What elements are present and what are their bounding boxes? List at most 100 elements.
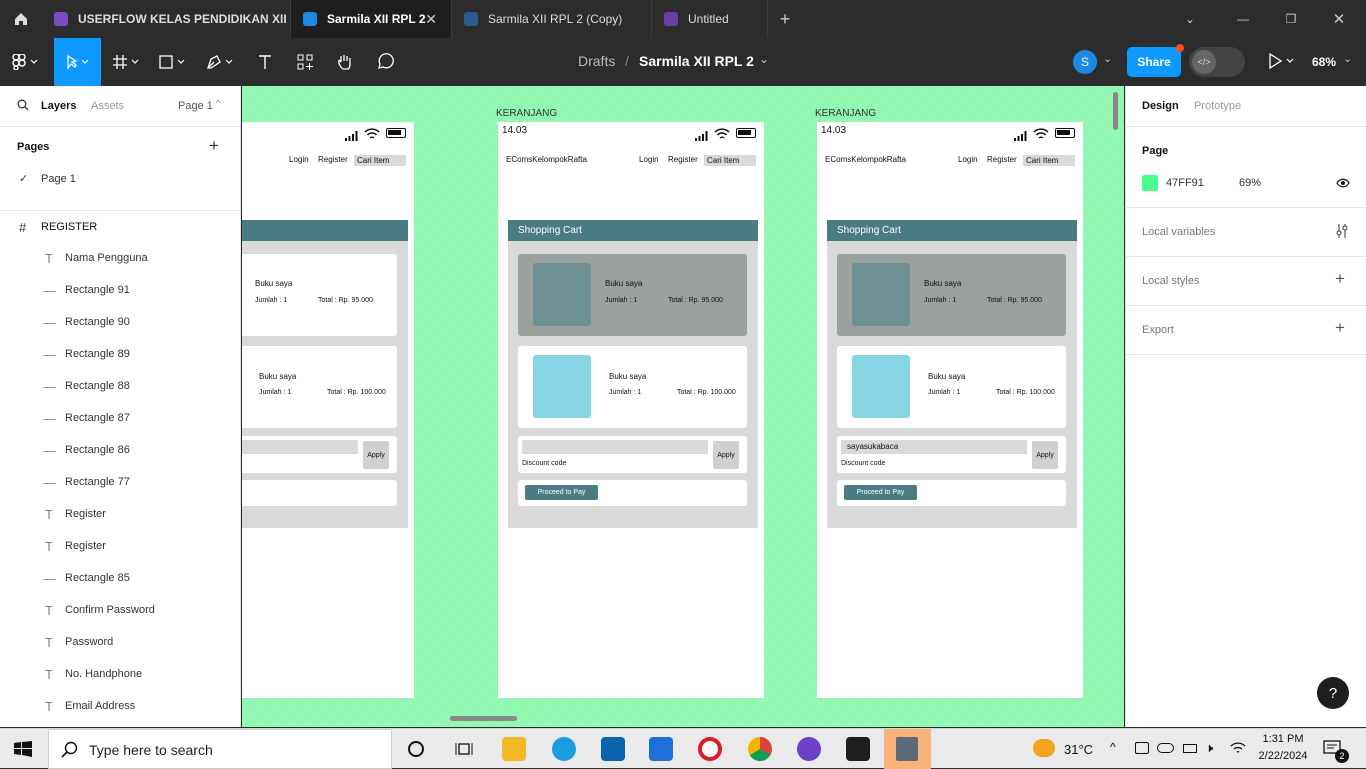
shape-tool-button[interactable] [152,38,194,86]
layer-item[interactable]: T Register [0,498,240,530]
chevron-down-icon[interactable]: ⌄ [759,52,769,66]
clock-time[interactable]: 1:31 PM [1258,733,1308,745]
cortana-icon[interactable] [408,741,424,757]
close-icon[interactable]: ✕ [425,11,437,28]
comment-tool-icon[interactable] [370,38,400,86]
restore-icon[interactable]: ❐ [1268,0,1314,38]
layer-item[interactable]: — Rectangle 90 [0,306,240,338]
window-close-icon[interactable]: ✕ [1316,0,1362,38]
chevron-down-icon[interactable]: ⌄ [1103,52,1112,65]
nav-register[interactable]: Register [318,155,348,164]
nav-register[interactable]: Register [987,155,1017,164]
nav-login[interactable]: Login [289,155,309,164]
layer-item[interactable]: — Rectangle 89 [0,338,240,370]
page-opacity[interactable]: 69% [1239,177,1261,189]
tab-assets[interactable]: Assets [91,100,124,112]
minimize-icon[interactable]: — [1220,0,1266,38]
share-button[interactable]: Share [1127,47,1181,77]
page-list-item[interactable]: ✓ Page 1 [0,166,240,192]
design-canvas[interactable]: RaftaLoginRegisterCari ItemartBuku sayaJ… [242,86,1124,727]
layer-item[interactable]: — Rectangle 88 [0,370,240,402]
store-icon[interactable] [649,737,673,761]
nav-login[interactable]: Login [639,155,659,164]
breadcrumb-drafts[interactable]: Drafts [578,53,615,69]
onedrive-icon[interactable] [1157,743,1174,753]
layer-item[interactable]: T No. Handphone [0,658,240,690]
new-tab-icon[interactable]: + [770,0,800,38]
weather-icon[interactable] [1033,739,1055,757]
cart-item[interactable]: Buku saya Jumlah : 1 Total : Rp. 95.000 [837,254,1066,336]
hand-tool-icon[interactable] [330,38,360,86]
figma-icon[interactable] [846,737,870,761]
tab-layers[interactable]: Layers [41,100,76,112]
add-export-icon[interactable]: + [1335,318,1345,338]
present-button[interactable] [1267,52,1297,75]
page-color-hex[interactable]: 47FF91 [1166,177,1204,189]
resources-icon[interactable] [290,38,320,86]
brand-name[interactable]: EComsKelompokRafta [506,155,587,164]
export-section[interactable]: Export + [1126,306,1366,355]
apply-button[interactable]: Apply [713,441,739,469]
move-tool-button[interactable] [54,38,101,86]
layer-item[interactable]: — Rectangle 91 [0,274,240,306]
mail-icon[interactable] [601,737,625,761]
file-explorer-icon[interactable] [502,737,526,761]
help-button[interactable]: ? [1317,677,1349,709]
browser-tab-1[interactable]: Sarmila XII RPL 2 ✕ [291,0,452,38]
tab-design[interactable]: Design [1142,100,1179,112]
horizontal-scrollbar[interactable] [450,716,517,721]
github-desktop-icon[interactable] [797,737,821,761]
home-icon[interactable] [0,0,42,38]
clock-date[interactable]: 2/22/2024 [1253,750,1313,762]
add-page-icon[interactable]: + [209,136,219,156]
frame-title[interactable]: KERANJANG [815,108,876,119]
battery-icon[interactable] [1183,744,1197,753]
page-selector[interactable]: Page 1 [178,100,213,112]
add-style-icon[interactable]: + [1335,269,1345,289]
layer-item[interactable]: — Rectangle 87 [0,402,240,434]
layer-item[interactable]: T Password [0,626,240,658]
apply-button[interactable]: Apply [1032,441,1058,469]
wifi-icon[interactable] [1230,741,1246,760]
browser-tab-2[interactable]: Sarmila XII RPL 2 (Copy) [452,0,652,38]
discount-code-input[interactable] [242,440,358,454]
phone-frame[interactable]: 14.03 EComsKelompokRafta Login Register Cari… [817,122,1083,698]
opera-icon[interactable] [698,737,722,761]
avatar[interactable]: S [1073,50,1097,74]
search-input[interactable]: Cari Item [1023,155,1075,166]
apply-button[interactable]: Apply [363,441,389,469]
search-icon[interactable] [17,99,29,114]
chevron-up-icon[interactable]: ^ [216,98,220,108]
pen-tool-button[interactable] [198,38,244,86]
eye-icon[interactable] [1336,178,1350,191]
cart-item[interactable]: Buku saya Jumlah : 1 Total : Rp. 95.000 [518,254,747,336]
tab-prototype[interactable]: Prototype [1194,100,1241,112]
taskbar-search-box[interactable]: Type here to search [48,729,392,769]
task-view-icon[interactable] [455,741,473,762]
search-input[interactable]: Cari Item [704,155,756,166]
layer-item[interactable]: T Register [0,530,240,562]
edge-icon[interactable] [552,737,576,761]
weather-temp[interactable]: 31°C [1064,742,1093,757]
discount-code-input[interactable]: sayasukabaca [841,440,1027,454]
search-input[interactable]: Cari Item [354,155,406,166]
browser-tab-3[interactable]: Untitled [652,0,768,38]
meet-now-icon[interactable] [1135,742,1149,754]
proceed-to-pay-button[interactable]: Proceed to Pay [844,485,917,500]
vertical-scrollbar[interactable] [1113,92,1118,130]
cart-item[interactable]: Buku saya Jumlah : 1 Total : Rp. 100.000 [837,346,1066,428]
brand-name[interactable]: EComsKelompokRafta [825,155,906,164]
discount-code-input[interactable] [522,440,708,454]
layer-item[interactable]: T Nama Pengguna [0,242,240,274]
frame-tool-button[interactable] [106,38,148,86]
layer-item[interactable]: T Confirm Password [0,594,240,626]
chevron-down-icon[interactable]: ⌄ [1165,0,1215,38]
nav-register[interactable]: Register [668,155,698,164]
frame-title[interactable]: KERANJANG [496,108,557,119]
nav-login[interactable]: Login [958,155,978,164]
layer-item[interactable]: — Rectangle 85 [0,562,240,594]
dev-mode-toggle[interactable]: </> [1189,47,1245,77]
windows-start-icon[interactable] [14,741,32,762]
zoom-level[interactable]: 68% [1312,55,1336,69]
layer-item[interactable]: T Email Address [0,690,240,722]
